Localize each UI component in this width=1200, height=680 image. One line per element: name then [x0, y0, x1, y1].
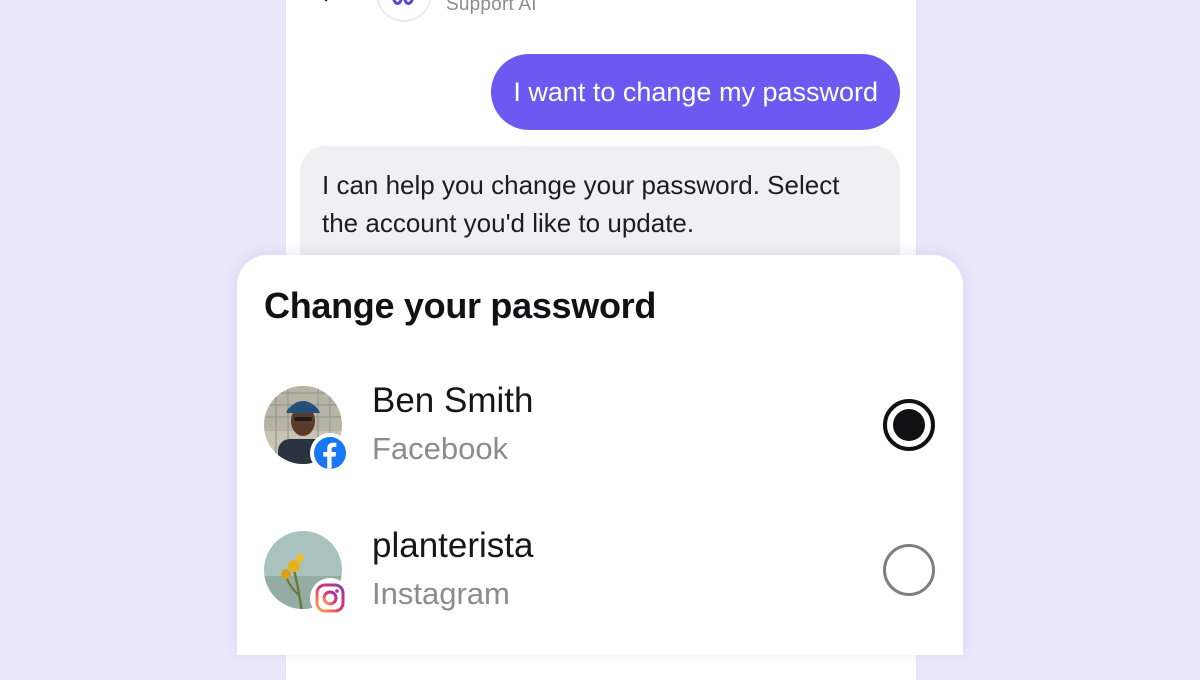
facebook-badge — [310, 433, 350, 473]
account-name: planterista — [372, 526, 534, 565]
instagram-badge — [310, 578, 350, 618]
account-radio-selected[interactable] — [883, 399, 935, 451]
account-radio-unselected[interactable] — [883, 544, 935, 596]
assistant-avatar — [376, 0, 432, 22]
chat-header: Support AI — [286, 0, 916, 22]
instagram-icon — [315, 583, 345, 613]
account-platform: Facebook — [372, 431, 509, 466]
change-password-sheet: Change your password Ben Smith Facebook … — [237, 255, 963, 655]
sheet-title: Change your password — [264, 285, 657, 326]
account-option[interactable]: planterista Instagram — [237, 520, 963, 630]
user-message-bubble: I want to change my password — [491, 54, 900, 130]
avatar — [264, 526, 350, 618]
avatar — [264, 381, 350, 473]
more-options-icon[interactable] — [856, 0, 882, 6]
account-platform: Instagram — [372, 576, 510, 611]
assistant-subtitle: Support AI — [446, 0, 537, 15]
back-arrow-icon[interactable] — [322, 0, 338, 8]
account-option[interactable]: Ben Smith Facebook — [237, 375, 963, 485]
account-name: Ben Smith — [372, 381, 534, 420]
assistant-logo-icon — [392, 0, 414, 5]
facebook-icon — [314, 437, 346, 469]
